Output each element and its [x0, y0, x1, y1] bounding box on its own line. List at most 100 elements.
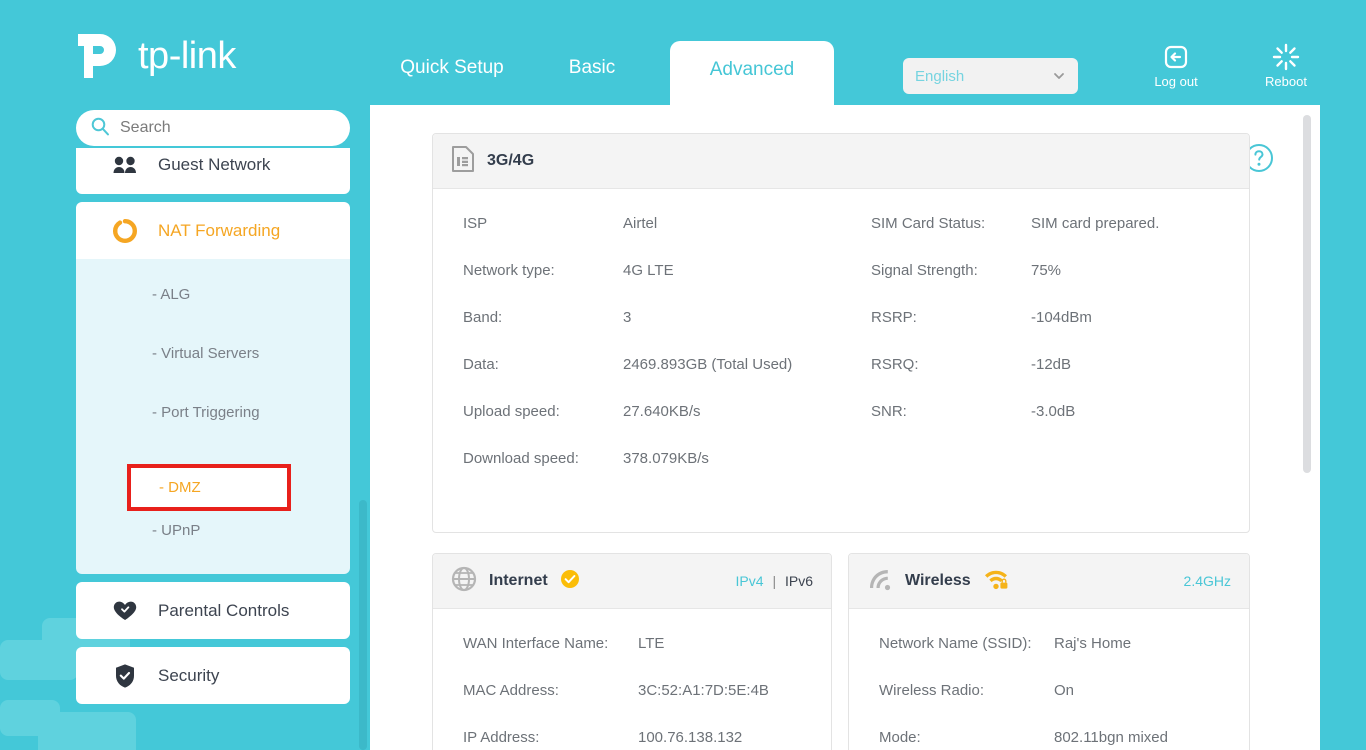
info-row: RSRP: -104dBm [871, 309, 1249, 356]
info-value: 27.640KB/s [623, 403, 701, 420]
info-value: SIM card prepared. [1031, 215, 1159, 232]
info-key: Data: [463, 356, 623, 373]
card-header: 3G/4G [433, 134, 1249, 189]
tp-link-wordmark: tp-link [138, 35, 236, 78]
info-key: SNR: [871, 403, 1031, 420]
search-input[interactable] [120, 119, 336, 137]
logout-icon [1139, 42, 1213, 72]
sidebar-item-security[interactable]: Security [76, 647, 350, 704]
ipv4-toggle[interactable]: IPv4 [736, 573, 764, 589]
info-key: Wireless Radio: [879, 682, 1054, 699]
info-row: MAC Address: 3C:52:A1:7D:5E:4B [463, 682, 831, 729]
sidebar-subitem-dmz[interactable]: - DMZ [127, 464, 291, 511]
router-admin-page: tp-link Quick Setup Basic Advanced Engli… [0, 0, 1366, 750]
logout-button[interactable]: Log out [1139, 42, 1213, 89]
security-icon [112, 663, 138, 689]
info-value: -12dB [1031, 356, 1071, 373]
language-select[interactable]: English [903, 58, 1078, 94]
wireless-band-label[interactable]: 2.4GHz [1184, 573, 1231, 589]
info-row: Network type: 4G LTE [463, 262, 841, 309]
info-value: 3C:52:A1:7D:5E:4B [638, 682, 769, 699]
tp-link-mark-icon [74, 30, 130, 82]
info-value: Raj's Home [1054, 635, 1131, 652]
card-title: 3G/4G [487, 152, 534, 170]
info-row: Mode: 802.11bgn mixed [879, 729, 1249, 750]
info-value: Airtel [623, 215, 657, 232]
tp-link-logo[interactable]: tp-link [74, 28, 274, 84]
sim-card-icon [451, 145, 475, 178]
reboot-icon [1249, 42, 1323, 72]
chevron-down-icon [1052, 69, 1066, 83]
info-key: Mode: [879, 729, 1054, 746]
tab-basic[interactable]: Basic [532, 57, 652, 105]
card-body: WAN Interface Name: LTE MAC Address: 3C:… [433, 609, 831, 750]
reboot-label: Reboot [1249, 74, 1323, 89]
decorative-block [0, 640, 78, 680]
card-internet: Internet IPv4 | IPv6 WAN Interface Name: [432, 553, 832, 750]
nat-forwarding-icon [112, 218, 138, 244]
info-row: Data: 2469.893GB (Total Used) [463, 356, 841, 403]
language-select-value: English [915, 68, 1052, 85]
info-value: -3.0dB [1031, 403, 1075, 420]
info-key: Upload speed: [463, 403, 623, 420]
tab-quick-setup[interactable]: Quick Setup [372, 57, 532, 105]
card-header: Internet IPv4 | IPv6 [433, 554, 831, 609]
info-row: Band: 3 [463, 309, 841, 356]
info-value: 378.079KB/s [623, 450, 709, 467]
content-scrollbar-thumb[interactable] [1303, 115, 1311, 473]
sidebar-subitem-virtual-servers[interactable]: - Virtual Servers [76, 324, 350, 383]
info-key: RSRP: [871, 309, 1031, 326]
info-key: Download speed: [463, 450, 623, 467]
sidebar-scrollbar-thumb[interactable] [359, 500, 367, 750]
mobile-right-column: SIM Card Status: SIM card prepared. Sign… [841, 215, 1249, 497]
tab-advanced[interactable]: Advanced [670, 41, 834, 105]
info-key: WAN Interface Name: [463, 635, 638, 652]
ip-version-switch: IPv4 | IPv6 [736, 573, 813, 589]
sidebar-item-nat-forwarding[interactable]: NAT Forwarding [76, 202, 350, 259]
globe-icon [451, 566, 477, 597]
search-box[interactable] [76, 110, 350, 146]
info-key: RSRQ: [871, 356, 1031, 373]
guest-network-icon [112, 155, 138, 175]
info-value: 802.11bgn mixed [1054, 729, 1168, 746]
sidebar-subitem-alg[interactable]: - ALG [76, 265, 350, 324]
parental-controls-icon [112, 600, 138, 622]
info-key: ISP [463, 215, 623, 232]
sidebar-item-label: Guest Network [158, 155, 270, 175]
decorative-block [0, 700, 60, 736]
info-value: -104dBm [1031, 309, 1092, 326]
info-key: Band: [463, 309, 623, 326]
info-row: Signal Strength: 75% [871, 262, 1249, 309]
sidebar-submenu-nat-forwarding: - ALG - Virtual Servers - Port Triggerin… [76, 259, 350, 574]
info-value: 75% [1031, 262, 1061, 279]
info-key: IP Address: [463, 729, 638, 746]
reboot-button[interactable]: Reboot [1249, 42, 1323, 89]
card-title: Wireless [905, 572, 971, 590]
card-wireless: Wireless 2.4GHz Network Name (SSID): [848, 553, 1250, 750]
mobile-left-column: ISP Airtel Network type: 4G LTE Band: 3 … [433, 215, 841, 497]
sidebar-item-label: NAT Forwarding [158, 221, 280, 241]
info-row: Download speed: 378.079KB/s [463, 450, 841, 497]
card-body: Network Name (SSID): Raj's Home Wireless… [849, 609, 1249, 750]
info-value: 100.76.138.132 [638, 729, 742, 746]
sidebar-item-label: Parental Controls [158, 601, 289, 621]
check-badge-icon [560, 569, 580, 594]
content-area: 3G/4G ISP Airtel Network type: 4G LTE Ba… [370, 105, 1320, 750]
info-key: Network type: [463, 262, 623, 279]
wireless-signal-icon [867, 567, 893, 596]
ipv6-toggle[interactable]: IPv6 [785, 573, 813, 589]
sidebar-item-guest-network[interactable]: Guest Network [76, 148, 350, 194]
sidebar-item-parental-controls[interactable]: Parental Controls [76, 582, 350, 639]
info-value: LTE [638, 635, 664, 652]
info-key: MAC Address: [463, 682, 638, 699]
card-body: ISP Airtel Network type: 4G LTE Band: 3 … [433, 189, 1249, 497]
info-row: SIM Card Status: SIM card prepared. [871, 215, 1249, 262]
info-key: Signal Strength: [871, 262, 1031, 279]
info-key: SIM Card Status: [871, 215, 1031, 232]
sidebar-subitem-port-triggering[interactable]: - Port Triggering [76, 383, 350, 442]
info-row: Wireless Radio: On [879, 682, 1249, 729]
sidebar-nav: Guest Network NAT Forwarding - ALG - Vir… [76, 148, 350, 712]
info-row: RSRQ: -12dB [871, 356, 1249, 403]
info-row: SNR: -3.0dB [871, 403, 1249, 450]
info-value: 4G LTE [623, 262, 674, 279]
